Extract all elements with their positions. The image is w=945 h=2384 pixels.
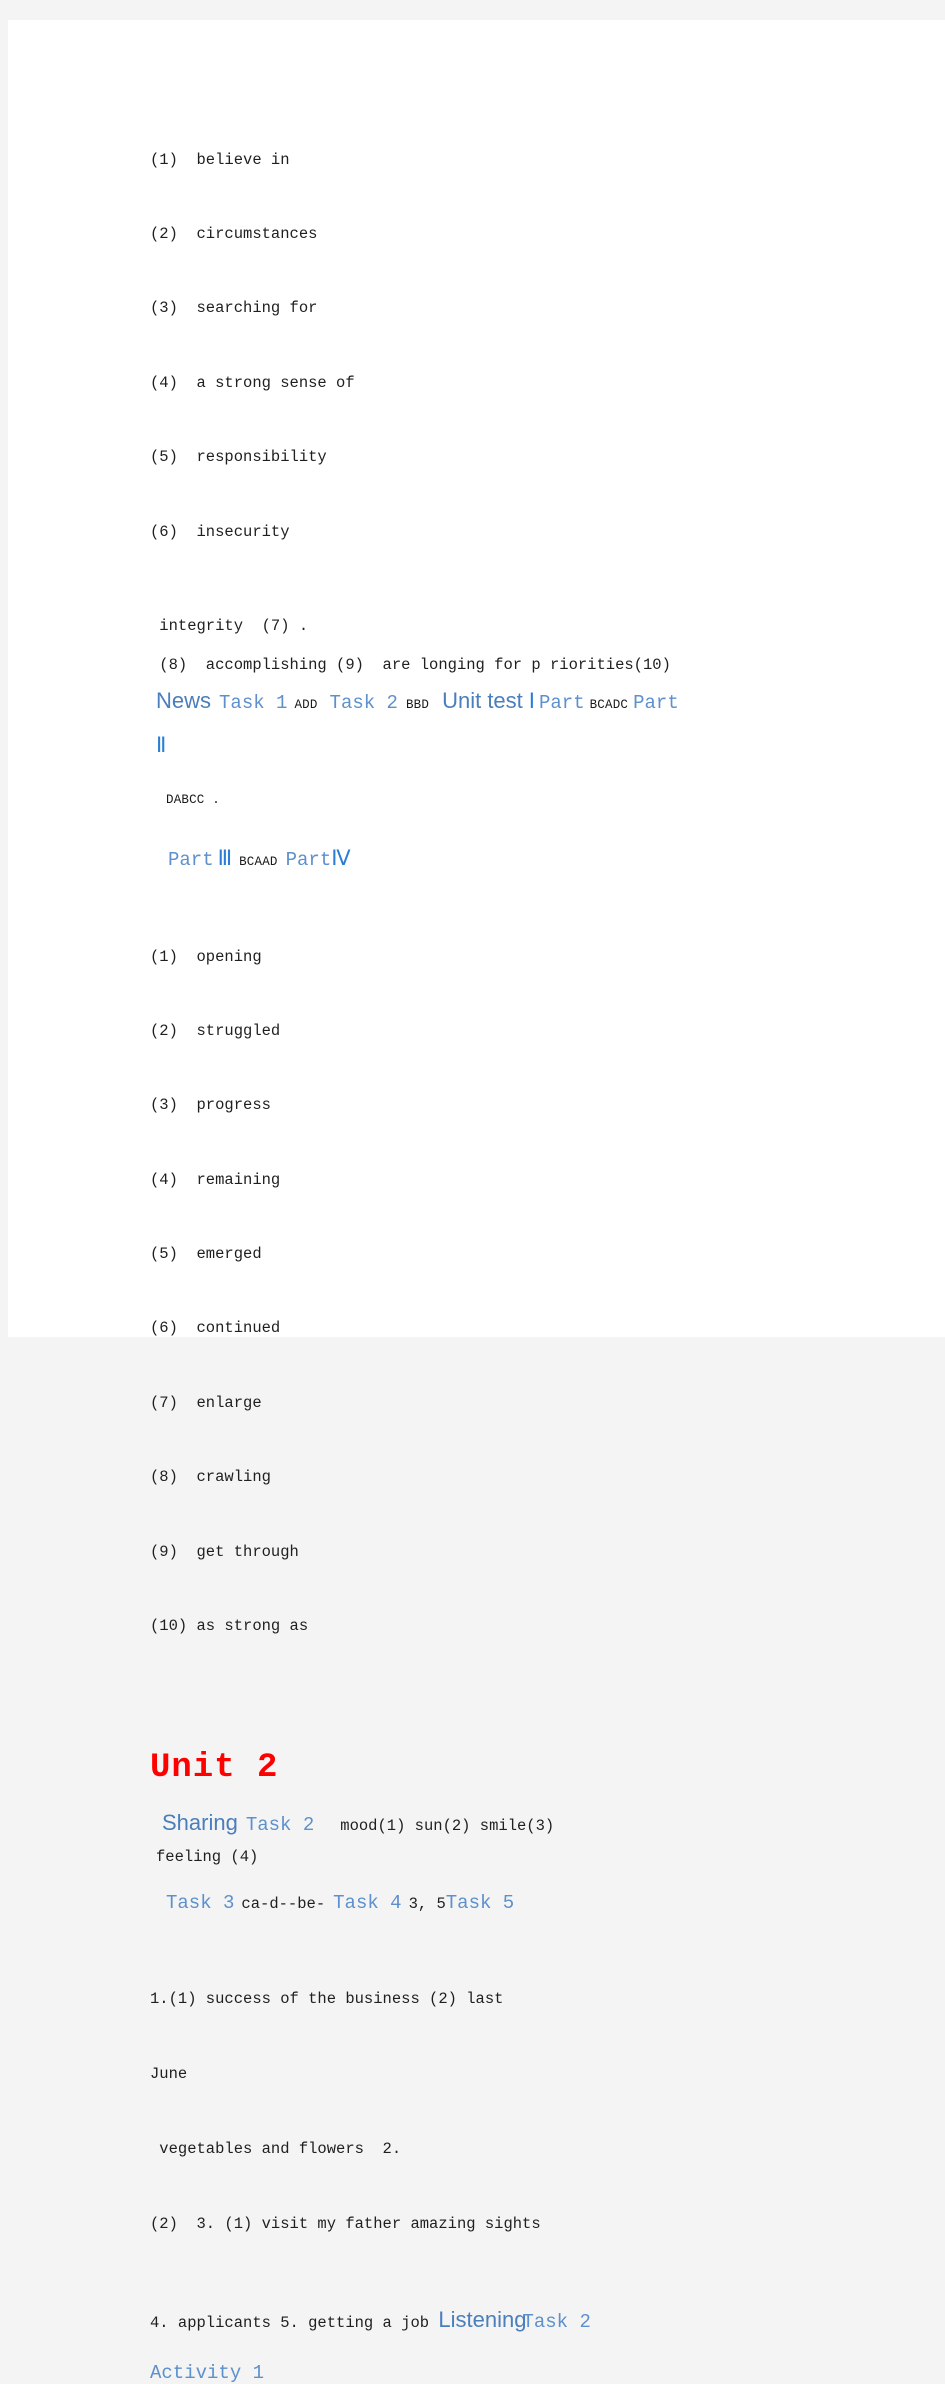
body-line: June (150, 2065, 188, 2084)
body-line: 1.(1) success of the business (2) last (150, 1990, 504, 2009)
answer-item: (3) searching for (150, 299, 318, 318)
answer-item: (2) struggled (150, 1021, 281, 1040)
roman-numeral-2-row: Ⅱ (150, 724, 910, 770)
roman-numeral-1: Ⅰ (528, 689, 535, 713)
activity-row: Activity 1 (150, 2362, 910, 2384)
activity-1-label: Activity 1 (150, 2362, 265, 2384)
task-1-label: Task 1 (219, 691, 288, 714)
task-4-answer: 3, 5 (408, 1895, 446, 1914)
roman-numeral-3: Ⅲ (217, 846, 233, 870)
listening-prefix-answers: 4. applicants 5. getting a job (150, 2314, 439, 2333)
answer-item: (10) as strong as (150, 1617, 309, 1636)
task-3-label: Task 3 (166, 1892, 235, 1915)
news-heading-row: News Task 1 ADD Task 2 BBD Unit test Ⅰ Part BCAD… (150, 682, 910, 724)
roman-numeral-2: Ⅱ (156, 733, 166, 757)
unit2-body: 1.(1) success of the business (2) last J… (150, 1937, 910, 2287)
task-2-label: Task 2 (329, 691, 398, 714)
task-3-answer: ca-d--be- (241, 1895, 326, 1914)
answer-list-unit1-a: (1) believe in (2) circumstances (3) sea… (150, 98, 910, 594)
part-1-answer: BCADC (589, 697, 629, 712)
part-3-answer: BCAAD (239, 854, 278, 869)
answer-item: (1) believe in (150, 150, 290, 169)
sharing-label: Sharing (162, 1810, 238, 1836)
task-1-answer: ADD (294, 697, 318, 712)
answer-item: (6) continued (150, 1319, 281, 1338)
sharing-task-2-answers: mood(1) sun(2) smile(3) (340, 1817, 555, 1836)
part-heading-row: Part Ⅲ BCAAD PartⅣ (150, 840, 910, 881)
unit-test-label: Unit test (442, 687, 523, 713)
answer-item: (1) opening (150, 947, 262, 966)
task-5-label: Task 5 (445, 1892, 515, 1915)
sharing-task-2-label: Task 2 (245, 1814, 315, 1837)
answer-item: (7) enlarge (150, 1393, 262, 1412)
listening-heading-row: 4. applicants 5. getting a job Listening… (150, 2301, 910, 2342)
roman-numeral-4: Ⅳ (331, 846, 350, 870)
body-line: vegetables and flowers 2. (150, 2140, 402, 2159)
unit-2-title: Unit 2 (150, 1749, 279, 1788)
integrity-line: integrity (7) . (150, 616, 309, 635)
part-label-3: Part (168, 848, 214, 871)
answer-item: (6) insecurity (150, 522, 290, 541)
dabcc-row: DABCC . (150, 790, 910, 808)
document-content: (1) believe in (2) circumstances (3) sea… (150, 98, 910, 2384)
task-4-label: Task 4 (333, 1892, 402, 1915)
answer-item: (5) responsibility (150, 448, 327, 467)
listening-task-2-label: Task 2 (522, 2311, 591, 2334)
sharing-heading-row: Sharing Task 2 mood(1) sun(2) smile(3) (150, 1804, 910, 1845)
answer-item: (3) progress (150, 1096, 271, 1115)
news-label: News (156, 687, 212, 713)
dabcc-answer: DABCC . (166, 792, 220, 807)
part-label-4: Part (285, 848, 332, 871)
answer-item: (8) crawling (150, 1468, 271, 1487)
answer-item: (9) get through (150, 1542, 299, 1561)
body-line: (2) 3. (1) visit my father amazing sight… (150, 2215, 541, 2234)
feeling-line: feeling (4) (156, 1848, 259, 1867)
answer-item: (5) emerged (150, 1245, 262, 1264)
part-label-2: Part (633, 691, 679, 714)
task-345-row: Task 3 ca-d--be- Task 4 3, 5Task 5 (150, 1884, 910, 1923)
answer-list-unit1-b: (1) opening (2) struggled (3) progress (… (150, 895, 910, 1689)
accomplishing-line: (8) accomplishing (9) are longing for p … (150, 655, 671, 674)
task-2-answer: BBD (405, 697, 430, 712)
listening-label: Listening (438, 2307, 527, 2333)
document-page: (1) believe in (2) circumstances (3) sea… (8, 20, 945, 2384)
answer-item: (4) a strong sense of (150, 373, 355, 392)
answer-item: (2) circumstances (150, 224, 318, 243)
answer-item: (4) remaining (150, 1170, 281, 1189)
part-label-1: Part (538, 691, 585, 714)
